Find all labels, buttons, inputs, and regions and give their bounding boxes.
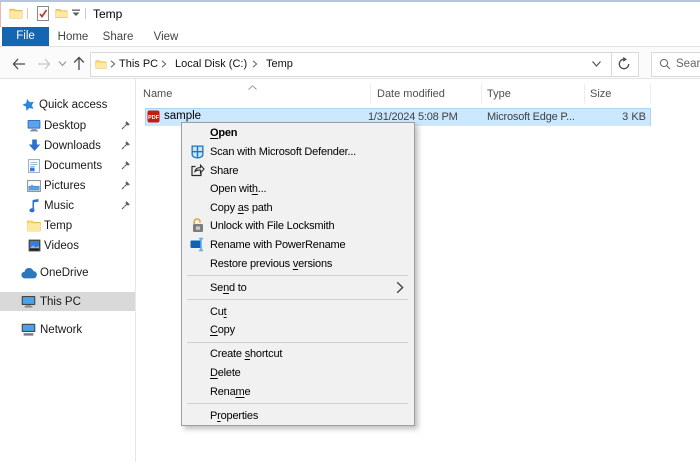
svg-text:PDF: PDF	[148, 115, 159, 121]
